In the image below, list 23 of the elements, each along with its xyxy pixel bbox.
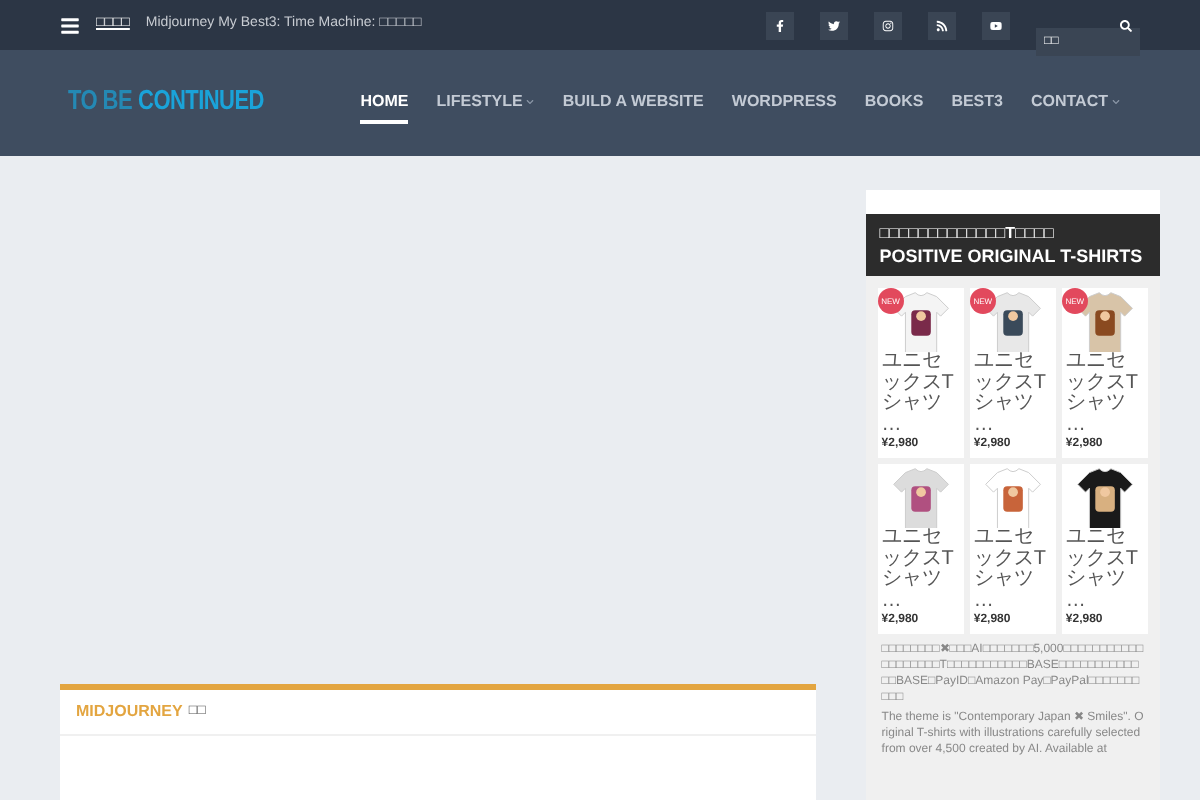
youtube-icon[interactable] xyxy=(982,11,1010,39)
nav-item[interactable]: BUILD A WEBSITE xyxy=(562,83,704,123)
rss-icon[interactable] xyxy=(928,11,956,39)
product-name: ユニセックスTシャツ … xyxy=(881,528,956,613)
search-icon[interactable] xyxy=(1120,19,1132,31)
instagram-icon[interactable] xyxy=(874,11,902,39)
product-name: ユニセックスTシャツ … xyxy=(1065,352,1141,437)
nav-item[interactable]: WORDPRESS xyxy=(731,83,837,123)
nav-item[interactable]: HOME xyxy=(360,83,409,123)
widget-title: □□□□□□□□□□□□□T□□□□ xyxy=(879,222,1056,246)
menu-icon[interactable] xyxy=(60,15,80,35)
nav-item[interactable]: LIFESTYLE xyxy=(436,83,535,123)
section-title: MIDJOURNEY xyxy=(76,700,183,724)
nav-item[interactable]: CONTACT xyxy=(1030,83,1120,123)
facebook-icon[interactable] xyxy=(766,11,794,39)
nav-item[interactable]: BEST3 xyxy=(951,83,1003,123)
nav-item[interactable]: BOOKS xyxy=(864,83,924,123)
product-name: ユニセックスTシャツ … xyxy=(973,352,1048,437)
product-name: ユニセックスTシャツ … xyxy=(1065,528,1141,613)
widget-title: POSITIVE ORIGINAL T-SHIRTS xyxy=(879,246,1145,269)
twitter-icon[interactable] xyxy=(820,11,848,39)
product-name: ユニセックスTシャツ … xyxy=(881,352,956,437)
product-name: ユニセックスTシャツ … xyxy=(973,528,1048,613)
